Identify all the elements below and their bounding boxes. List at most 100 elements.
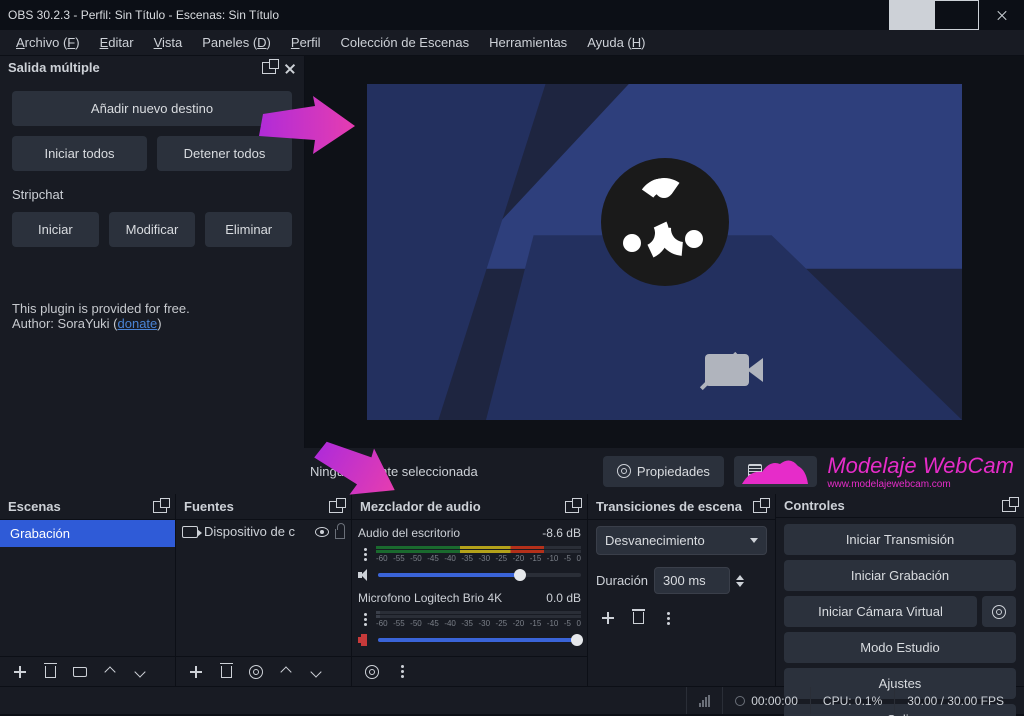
mixer-settings-button[interactable] — [360, 660, 384, 684]
network-status — [686, 687, 722, 714]
menu-ayuda[interactable]: Ayuda (H) — [579, 31, 653, 54]
title-bar: OBS 30.2.3 - Perfil: Sin Título - Escena… — [0, 0, 1024, 30]
preview-area[interactable] — [305, 56, 1024, 448]
duration-stepper[interactable] — [736, 575, 744, 587]
cpu-status: CPU: 0.1% — [810, 687, 894, 714]
volume-slider[interactable] — [378, 638, 581, 642]
audio-menu-button[interactable] — [358, 542, 372, 566]
source-toolbar: Ninguna fuente seleccionada Propiedades … — [0, 448, 1024, 494]
move-source-up-button[interactable] — [274, 660, 298, 684]
menu-coleccion[interactable]: Colección de Escenas — [333, 31, 478, 54]
donate-link[interactable]: donate — [118, 316, 158, 331]
scenes-title: Escenas — [8, 499, 61, 514]
source-properties-button[interactable] — [244, 660, 268, 684]
duration-label: Duración — [596, 573, 648, 588]
add-transition-button[interactable] — [596, 606, 620, 630]
close-panel-icon[interactable] — [284, 62, 296, 74]
popout-icon[interactable] — [753, 501, 767, 513]
popout-icon[interactable] — [329, 501, 343, 513]
move-scene-up-button[interactable] — [98, 660, 122, 684]
service-modify-button[interactable]: Modificar — [109, 212, 196, 247]
service-start-button[interactable]: Iniciar — [12, 212, 99, 247]
plugin-footer-line2: Author: SoraYuki (donate) — [12, 316, 292, 331]
popout-icon[interactable] — [153, 501, 167, 513]
transition-select[interactable]: Desvanecimiento — [596, 526, 767, 555]
speaker-muted-icon[interactable] — [358, 634, 372, 646]
chevron-up-icon — [280, 666, 291, 677]
sources-dock: Fuentes Dispositivo de c — [176, 494, 352, 686]
menu-perfil[interactable]: Perfil — [283, 31, 329, 54]
vertical-dots-icon — [667, 612, 670, 625]
speaker-icon[interactable] — [358, 569, 372, 581]
step-up-icon — [736, 575, 744, 580]
start-recording-button[interactable]: Iniciar Grabación — [784, 560, 1016, 591]
menu-paneles[interactable]: Paneles (D) — [194, 31, 279, 54]
trash-icon — [45, 666, 56, 678]
window-title: OBS 30.2.3 - Perfil: Sin Título - Escena… — [8, 8, 279, 22]
audio-name: Microfono Logitech Brio 4K — [358, 591, 502, 605]
add-scene-button[interactable] — [8, 660, 32, 684]
maximize-button[interactable] — [934, 0, 979, 30]
menu-editar[interactable]: Editar — [92, 31, 142, 54]
record-icon — [735, 696, 745, 706]
remove-source-button[interactable] — [214, 660, 238, 684]
plugin-footer-line1: This plugin is provided for free. — [12, 301, 292, 316]
controls-dock: Controles Iniciar Transmisión Iniciar Gr… — [776, 494, 1024, 686]
gear-icon — [365, 665, 379, 679]
caret-down-icon — [750, 538, 758, 543]
close-button[interactable] — [979, 0, 1024, 30]
transitions-title: Transiciones de escena — [596, 499, 742, 514]
maximize-icon — [934, 0, 979, 30]
scene-filters-button[interactable] — [68, 660, 92, 684]
menu-herramientas[interactable]: Herramientas — [481, 31, 575, 54]
audio-db: 0.0 dB — [546, 591, 581, 605]
camera-icon — [182, 526, 198, 538]
watermark-silhouette — [740, 450, 810, 486]
service-delete-button[interactable]: Eliminar — [205, 212, 292, 247]
fps-status: 30.00 / 30.00 FPS — [894, 687, 1016, 714]
menu-vista[interactable]: Vista — [146, 31, 191, 54]
close-icon — [979, 0, 1024, 30]
audio-channel-desktop: Audio del escritorio-8.6 dB -60-55-50-45… — [352, 520, 587, 585]
lock-toggle[interactable] — [335, 529, 345, 539]
transition-menu-button[interactable] — [656, 606, 680, 630]
add-source-button[interactable] — [184, 660, 208, 684]
volume-slider[interactable] — [378, 573, 581, 577]
visibility-toggle[interactable] — [315, 527, 329, 537]
meter-ticks: -60-55-50-45-40-35-30-25-20-15-10-50 — [376, 554, 581, 563]
chevron-down-icon — [134, 666, 145, 677]
menu-bar: Archivo (F) Editar Vista Paneles (D) Per… — [0, 30, 1024, 56]
signal-icon — [699, 695, 710, 707]
popout-icon[interactable] — [565, 501, 579, 513]
menu-archivo[interactable]: Archivo (F) — [8, 31, 88, 54]
studio-mode-button[interactable]: Modo Estudio — [784, 632, 1016, 663]
add-destination-button[interactable]: Añadir nuevo destino — [12, 91, 292, 126]
gear-icon — [992, 605, 1006, 619]
move-scene-down-button[interactable] — [128, 660, 152, 684]
remove-scene-button[interactable] — [38, 660, 62, 684]
annotation-arrow-1 — [255, 96, 355, 156]
audio-menu-button[interactable] — [358, 607, 372, 631]
start-streaming-button[interactable]: Iniciar Transmisión — [784, 524, 1016, 555]
duration-input[interactable]: 300 ms — [654, 567, 730, 594]
service-label: Stripchat — [12, 187, 292, 202]
start-virtualcam-button[interactable]: Iniciar Cámara Virtual — [784, 596, 977, 627]
audio-channel-mic: Microfono Logitech Brio 4K0.0 dB -60-55-… — [352, 585, 587, 650]
start-all-button[interactable]: Iniciar todos — [12, 136, 147, 171]
minimize-button[interactable] — [889, 0, 934, 30]
status-bar: 00:00:00 CPU: 0.1% 30.00 / 30.00 FPS — [0, 686, 1024, 714]
popout-icon[interactable] — [262, 62, 276, 74]
popout-icon[interactable] — [1002, 500, 1016, 512]
recording-status: 00:00:00 — [722, 687, 810, 714]
virtualcam-settings-button[interactable] — [982, 596, 1016, 627]
mixer-menu-button[interactable] — [390, 660, 414, 684]
scene-item[interactable]: Grabación — [0, 520, 175, 547]
move-source-down-button[interactable] — [304, 660, 328, 684]
properties-button[interactable]: Propiedades — [603, 456, 724, 487]
plus-icon — [190, 666, 202, 678]
sources-toolbar — [176, 656, 351, 686]
source-item[interactable]: Dispositivo de c — [176, 520, 351, 543]
step-down-icon — [736, 582, 744, 587]
remove-transition-button[interactable] — [626, 606, 650, 630]
watermark-brand: Modelaje WebCam www.modelajewebcam.com — [827, 453, 1014, 490]
